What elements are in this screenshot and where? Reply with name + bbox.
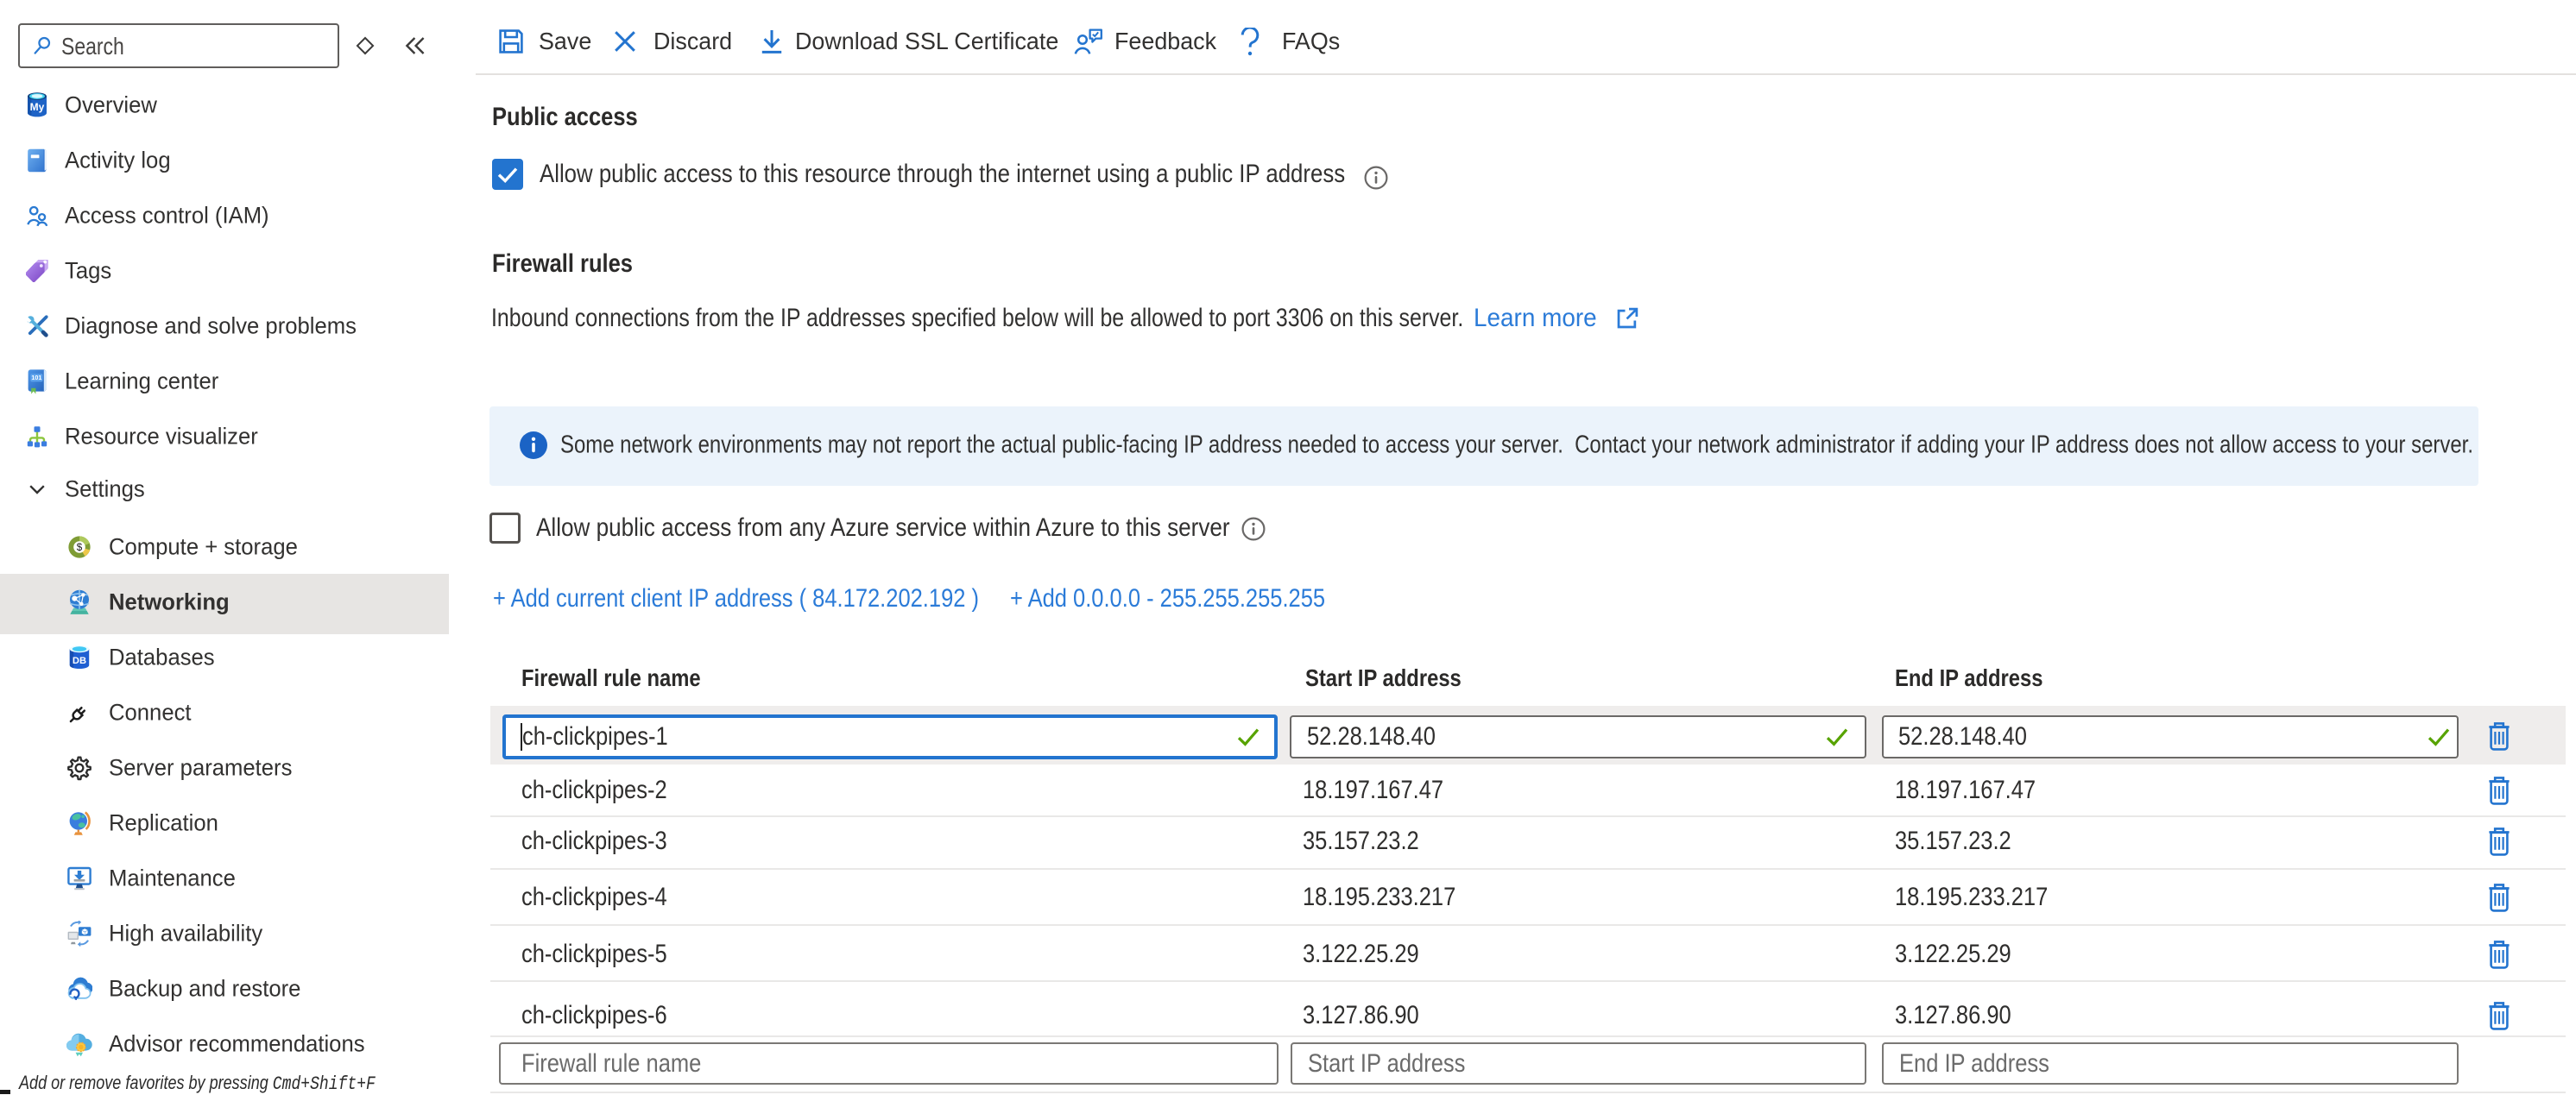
svg-text:101: 101 [31, 374, 41, 381]
svg-text:DB: DB [73, 656, 86, 666]
svg-text:My: My [30, 101, 45, 113]
svg-text:$: $ [77, 542, 83, 553]
